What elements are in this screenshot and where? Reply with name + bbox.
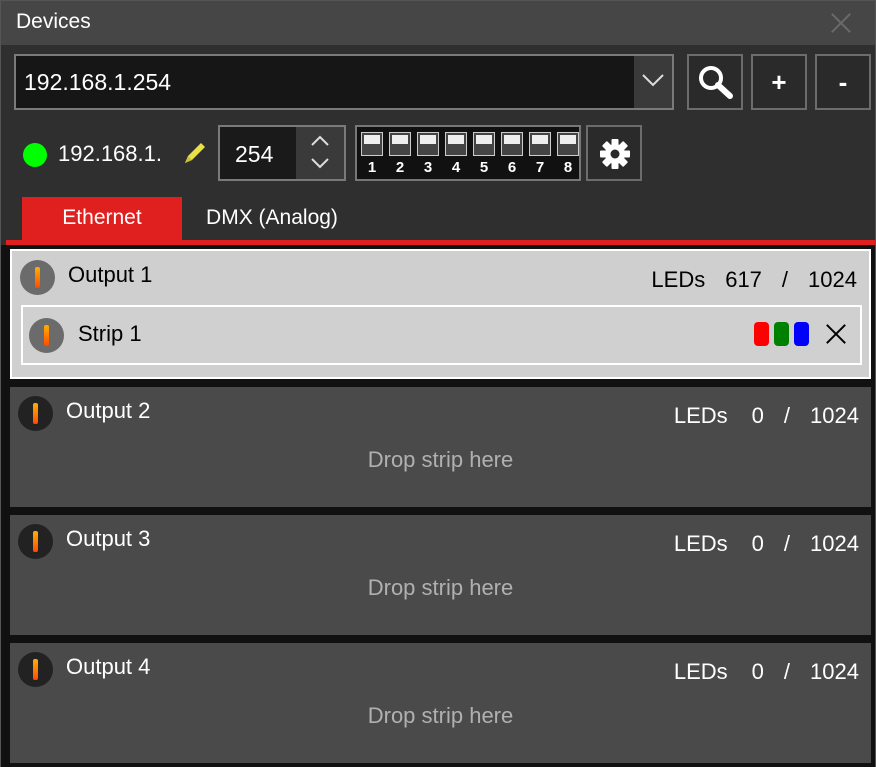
outputs-list: Output 1 LEDs 617 / 1024 Strip 1 Output … (1, 245, 875, 767)
window-title: Devices (16, 10, 91, 33)
output-2[interactable]: Output 2 LEDs 0 / 1024 Drop strip here (10, 387, 871, 507)
search-icon (699, 66, 733, 99)
ip-address-value: 192.168.1.254 (24, 69, 172, 95)
dip-label: 8 (563, 159, 573, 176)
leds-label: LEDs (673, 531, 728, 556)
leds-label: LEDs (673, 403, 728, 428)
leds-total: 1024 (810, 659, 859, 684)
led-count: LEDs 0 / 1024 (674, 403, 859, 429)
output-title: Output 1 (68, 262, 153, 287)
chevron-up-icon[interactable] (310, 135, 330, 147)
output-title: Output 4 (66, 654, 151, 679)
leds-total: 1024 (808, 267, 857, 292)
octet-stepper[interactable]: 254 (218, 125, 346, 181)
leds-total: 1024 (810, 403, 859, 428)
stepper-buttons (296, 127, 344, 179)
dip-switch-2[interactable] (389, 132, 411, 156)
dip-switch-7[interactable] (529, 132, 551, 156)
strip-title: Strip 1 (78, 321, 142, 346)
drop-strip-hint: Drop strip here (367, 703, 514, 728)
red-channel-icon (754, 322, 769, 346)
add-device-button[interactable]: + (751, 54, 807, 110)
led-count: LEDs 0 / 1024 (674, 659, 859, 685)
output-4[interactable]: Output 4 LEDs 0 / 1024 Drop strip here (10, 643, 871, 763)
leds-total: 1024 (810, 531, 859, 556)
edit-pencil-icon[interactable] (181, 139, 209, 172)
dip-switch-3[interactable] (417, 132, 439, 156)
close-icon[interactable] (827, 9, 855, 37)
drop-strip-hint: Drop strip here (367, 575, 514, 600)
remove-strip-icon[interactable] (825, 323, 847, 345)
leds-used: 0 (751, 531, 764, 556)
led-output-icon (18, 652, 53, 687)
chevron-down-icon[interactable] (310, 157, 330, 169)
leds-label: LEDs (673, 659, 728, 684)
dip-label: 6 (507, 159, 517, 176)
dip-switch-5[interactable] (473, 132, 495, 156)
output-1[interactable]: Output 1 LEDs 617 / 1024 Strip 1 (10, 249, 871, 379)
chevron-down-icon (642, 74, 664, 87)
leds-separator: / (783, 531, 791, 556)
settings-button[interactable] (586, 125, 642, 181)
blue-channel-icon (794, 322, 809, 346)
tab-bar: Ethernet DMX (Analog) (1, 197, 875, 241)
drop-strip-hint: Drop strip here (367, 447, 514, 472)
title-bar: Devices (1, 1, 875, 45)
leds-label: LEDs (651, 267, 706, 292)
octet-value[interactable]: 254 (235, 141, 273, 168)
output-3[interactable]: Output 3 LEDs 0 / 1024 Drop strip here (10, 515, 871, 635)
led-strip-icon (29, 318, 64, 353)
output-title: Output 2 (66, 398, 151, 423)
dip-switch-6[interactable] (501, 132, 523, 156)
devices-window: Devices 192.168.1.254 + - 192.168.1. 254 (0, 0, 876, 767)
dip-label: 5 (479, 159, 489, 176)
ip-address-select[interactable]: 192.168.1.254 (14, 54, 674, 110)
dip-label: 1 (367, 159, 377, 176)
leds-separator: / (783, 403, 791, 428)
led-output-icon (20, 260, 55, 295)
leds-used: 0 (751, 403, 764, 428)
ip-prefix-label: 192.168.1. (58, 141, 162, 166)
dip-switch-4[interactable] (445, 132, 467, 156)
dip-switch-bank: 1 2 3 4 5 6 7 8 (355, 125, 581, 181)
dip-label: 2 (395, 159, 405, 176)
leds-used: 0 (751, 659, 764, 684)
led-count: LEDs 0 / 1024 (674, 531, 859, 557)
dip-switch-1[interactable] (361, 132, 383, 156)
leds-used: 617 (725, 267, 762, 292)
dropdown-button[interactable] (634, 56, 672, 108)
gear-icon (600, 139, 630, 169)
output-title: Output 3 (66, 526, 151, 551)
dip-label: 4 (451, 159, 461, 176)
leds-separator: / (783, 659, 791, 684)
led-output-icon (18, 524, 53, 559)
tab-ethernet[interactable]: Ethernet (22, 197, 182, 241)
leds-separator: / (781, 267, 789, 292)
green-channel-icon (774, 322, 789, 346)
connection-status-dot (23, 143, 47, 167)
led-output-icon (18, 396, 53, 431)
dip-label: 3 (423, 159, 433, 176)
tab-dmx-analog[interactable]: DMX (Analog) (182, 197, 362, 241)
search-button[interactable] (687, 54, 743, 110)
led-count: LEDs 617 / 1024 (651, 267, 857, 293)
dip-label: 7 (535, 159, 545, 176)
dip-switch-8[interactable] (557, 132, 579, 156)
strip-item[interactable]: Strip 1 (21, 305, 862, 365)
remove-device-button[interactable]: - (815, 54, 871, 110)
device-header: 192.168.1.254 + - 192.168.1. 254 1 2 3 4… (1, 45, 875, 245)
